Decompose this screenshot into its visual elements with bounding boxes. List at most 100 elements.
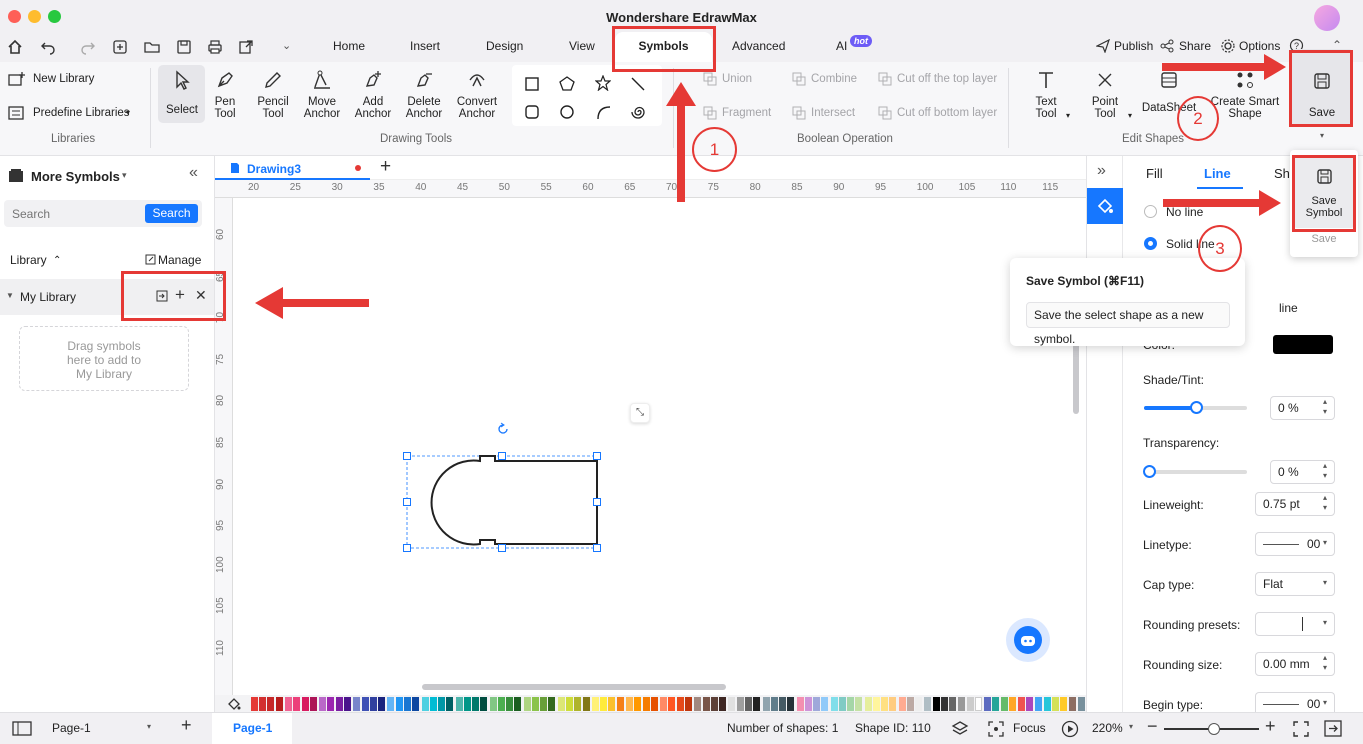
- palette-color-swatch[interactable]: [472, 697, 479, 711]
- tab-advanced[interactable]: Advanced: [732, 39, 785, 53]
- delete-anchor-button[interactable]: Delete Anchor: [402, 70, 446, 120]
- palette-color-swatch[interactable]: [532, 697, 539, 711]
- palette-color-swatch[interactable]: [634, 697, 642, 711]
- palette-color-swatch[interactable]: [702, 697, 710, 711]
- palette-color-swatch[interactable]: [387, 697, 395, 711]
- save-dropdown-icon[interactable]: ▾: [1320, 131, 1324, 140]
- home-icon[interactable]: [7, 39, 23, 55]
- fit-page-icon[interactable]: [1293, 721, 1309, 737]
- palette-color-swatch[interactable]: [403, 697, 411, 711]
- palette-color-swatch[interactable]: [736, 697, 744, 711]
- page-select-dropdown-icon[interactable]: ▾: [147, 722, 151, 731]
- select-tool-button[interactable]: Select: [160, 70, 204, 116]
- library-collapse-icon[interactable]: ⌃: [53, 255, 61, 266]
- palette-color-swatch[interactable]: [353, 697, 361, 711]
- rounding-presets-dropdown-icon[interactable]: ▾: [1323, 618, 1327, 627]
- new-library-button[interactable]: New Library: [33, 73, 94, 85]
- line-color-swatch[interactable]: [1273, 335, 1333, 354]
- transparency-stepper-icon[interactable]: ▴ ▾: [1323, 461, 1327, 481]
- horizontal-scrollbar[interactable]: [422, 684, 726, 690]
- palette-color-swatch[interactable]: [523, 697, 531, 711]
- panel-title[interactable]: More Symbols: [31, 169, 120, 184]
- redo-icon[interactable]: [80, 39, 96, 55]
- palette-color-swatch[interactable]: [285, 697, 293, 711]
- save-disk-icon[interactable]: [176, 39, 192, 55]
- palette-color-swatch[interactable]: [275, 697, 283, 711]
- cut-top-layer-button[interactable]: Cut off the top layer: [878, 72, 997, 86]
- palette-color-swatch[interactable]: [412, 697, 419, 711]
- point-tool-dropdown-icon[interactable]: ▾: [1128, 111, 1132, 120]
- palette-color-swatch[interactable]: [267, 697, 275, 711]
- tab-insert[interactable]: Insert: [410, 39, 440, 53]
- palette-color-swatch[interactable]: [804, 697, 812, 711]
- palette-color-swatch[interactable]: [728, 697, 736, 711]
- solid-line-radio[interactable]: [1144, 237, 1157, 250]
- union-button[interactable]: Union: [703, 72, 752, 86]
- page-select[interactable]: Page-1: [52, 721, 91, 735]
- palette-color-swatch[interactable]: [855, 697, 863, 711]
- palette-color-swatch[interactable]: [369, 697, 377, 711]
- text-tool-button[interactable]: Text Tool: [1024, 70, 1068, 120]
- open-folder-icon[interactable]: [144, 39, 160, 55]
- tab-view[interactable]: View: [569, 39, 595, 53]
- tab-ai[interactable]: AI: [836, 39, 847, 53]
- palette-color-swatch[interactable]: [796, 697, 804, 711]
- palette-color-swatch[interactable]: [694, 697, 702, 711]
- palette-color-swatch[interactable]: [301, 697, 309, 711]
- palette-color-swatch[interactable]: [684, 697, 692, 711]
- palette-color-swatch[interactable]: [847, 697, 855, 711]
- palette-color-swatch[interactable]: [898, 697, 906, 711]
- palette-color-swatch[interactable]: [889, 697, 897, 711]
- palette-color-swatch[interactable]: [437, 697, 445, 711]
- palette-color-swatch[interactable]: [813, 697, 820, 711]
- star-shape-icon[interactable]: [595, 75, 611, 91]
- palette-color-swatch[interactable]: [967, 697, 975, 711]
- publish-button[interactable]: Publish: [1114, 39, 1153, 53]
- page-panel-icon[interactable]: [12, 721, 32, 736]
- transparency-slider-track[interactable]: [1143, 465, 1247, 478]
- intersect-button[interactable]: Intersect: [792, 106, 855, 120]
- lineweight-stepper-icon[interactable]: ▴ ▾: [1323, 493, 1327, 513]
- selected-shape[interactable]: [395, 416, 605, 556]
- palette-color-swatch[interactable]: [361, 697, 369, 711]
- palette-color-swatch[interactable]: [718, 697, 726, 711]
- document-tab[interactable]: Drawing3: [247, 162, 301, 176]
- zoom-level[interactable]: 220%: [1092, 721, 1123, 735]
- rectangle-shape-icon[interactable]: [524, 76, 540, 92]
- palette-color-swatch[interactable]: [873, 697, 880, 711]
- new-tab-icon[interactable]: +: [380, 156, 391, 178]
- search-button[interactable]: Search: [145, 204, 198, 223]
- palette-color-swatch[interactable]: [319, 697, 327, 711]
- palette-color-swatch[interactable]: [1069, 697, 1077, 711]
- palette-color-swatch[interactable]: [915, 697, 923, 711]
- text-tool-dropdown-icon[interactable]: ▾: [1066, 111, 1070, 120]
- palette-color-swatch[interactable]: [506, 697, 514, 711]
- search-input[interactable]: [6, 202, 136, 225]
- palette-color-swatch[interactable]: [1077, 697, 1085, 711]
- palette-color-swatch[interactable]: [327, 697, 335, 711]
- drop-zone[interactable]: Drag symbols here to add to My Library: [19, 326, 189, 391]
- focus-button[interactable]: Focus: [1013, 721, 1046, 735]
- options-button[interactable]: Options: [1239, 39, 1280, 53]
- panel-title-dropdown-icon[interactable]: ▾: [122, 170, 127, 181]
- shade-stepper-icon[interactable]: ▴ ▾: [1323, 397, 1327, 417]
- shade-slider-handle[interactable]: [1189, 401, 1203, 414]
- palette-color-swatch[interactable]: [259, 697, 267, 711]
- palette-color-swatch[interactable]: [1043, 697, 1051, 711]
- paint-bucket-icon[interactable]: [227, 697, 241, 710]
- palette-color-swatch[interactable]: [983, 697, 991, 711]
- arc-shape-icon[interactable]: [595, 104, 611, 120]
- new-file-icon[interactable]: [112, 39, 128, 55]
- palette-color-swatch[interactable]: [309, 697, 317, 711]
- predefine-dropdown-icon[interactable]: ▾: [126, 108, 130, 117]
- palette-color-swatch[interactable]: [489, 697, 497, 711]
- play-icon[interactable]: [1061, 720, 1079, 738]
- palette-color-swatch[interactable]: [463, 697, 471, 711]
- ai-assistant-button[interactable]: [1006, 618, 1050, 662]
- palette-color-swatch[interactable]: [600, 697, 608, 711]
- cap-type-dropdown-icon[interactable]: ▾: [1323, 578, 1327, 587]
- palette-color-swatch[interactable]: [540, 697, 548, 711]
- palette-color-swatch[interactable]: [455, 697, 463, 711]
- zoom-out-icon[interactable]: −: [1147, 716, 1158, 737]
- palette-color-swatch[interactable]: [1001, 697, 1009, 711]
